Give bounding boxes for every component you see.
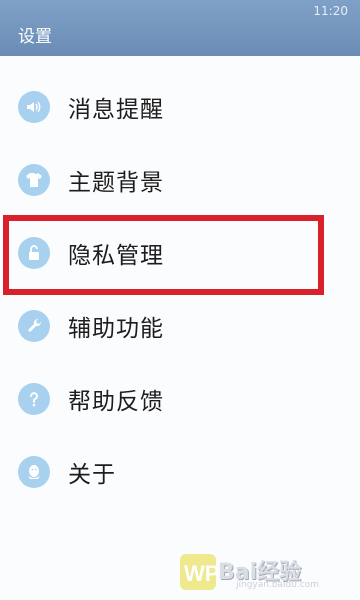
- settings-item-theme[interactable]: 主题背景: [0, 143, 360, 216]
- question-icon: [18, 382, 50, 415]
- wp-logo-icon: WP: [180, 554, 216, 590]
- settings-item-label: 主题背景: [68, 169, 164, 196]
- page-title: 设置: [18, 27, 52, 47]
- settings-item-label: 帮助反馈: [68, 388, 164, 415]
- settings-item-privacy[interactable]: 隐私管理: [0, 216, 360, 289]
- watermark: WP Bai经验 jingyan.baidu.com: [172, 548, 358, 596]
- settings-item-label: 辅助功能: [68, 315, 164, 342]
- svg-text:WP: WP: [184, 561, 216, 586]
- qq-penguin-icon: [18, 455, 50, 488]
- speaker-icon: [18, 90, 50, 123]
- settings-item-label: 隐私管理: [68, 242, 164, 269]
- watermark-url: jingyan.baidu.com: [236, 580, 320, 590]
- settings-item-label: 消息提醒: [68, 96, 164, 123]
- title-bar: 11:20 设置: [0, 0, 360, 56]
- tshirt-icon: [18, 163, 50, 196]
- settings-item-accessibility[interactable]: 辅助功能: [0, 289, 360, 362]
- settings-item-help-feedback[interactable]: 帮助反馈: [0, 362, 360, 435]
- lock-icon: [18, 236, 50, 269]
- settings-item-label: 关于: [68, 461, 116, 488]
- wrench-icon: [18, 309, 50, 342]
- settings-item-about[interactable]: 关于: [0, 435, 360, 508]
- settings-item-notifications[interactable]: 消息提醒: [0, 70, 360, 143]
- status-time: 11:20: [313, 4, 348, 18]
